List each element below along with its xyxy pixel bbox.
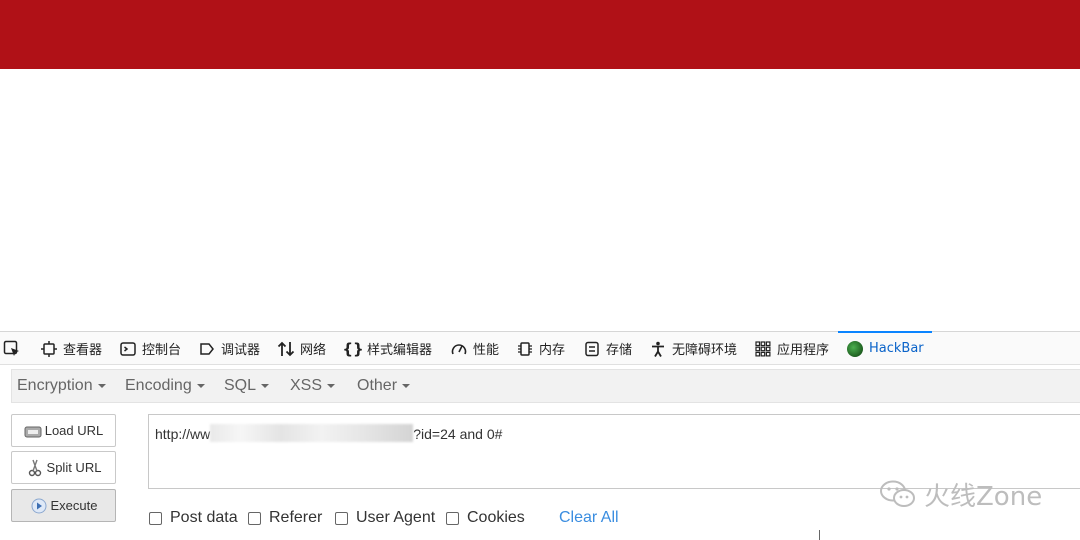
console-icon <box>119 340 137 358</box>
tab-network[interactable]: 网络 <box>277 332 326 365</box>
caret-down-icon <box>97 383 106 388</box>
caret-down-icon <box>402 383 411 388</box>
network-icon <box>277 340 295 358</box>
button-label: Execute <box>50 498 98 513</box>
checkbox[interactable] <box>335 511 348 525</box>
performance-icon <box>450 340 468 358</box>
load-url-button[interactable]: Load URL <box>11 414 116 447</box>
tab-label: 调试器 <box>221 343 261 358</box>
debugger-icon <box>198 340 216 358</box>
top-banner <box>0 0 1080 69</box>
wechat-icon <box>878 478 918 510</box>
redacted-domain <box>210 424 414 442</box>
button-label: Load URL <box>44 423 104 438</box>
execute-button[interactable]: Execute <box>11 489 116 522</box>
menu-other[interactable]: Other <box>357 370 411 402</box>
menu-label: Encryption <box>17 377 93 394</box>
tab-console[interactable]: 控制台 <box>119 332 181 365</box>
tab-application[interactable]: 应用程序 <box>754 332 829 365</box>
menu-encryption[interactable]: Encryption <box>17 370 106 402</box>
tab-style-editor[interactable]: {} 样式编辑器 <box>342 332 433 365</box>
tab-label: 查看器 <box>63 343 103 358</box>
split-url-button[interactable]: Split URL <box>11 451 116 484</box>
checkbox-label: User Agent <box>356 509 436 526</box>
url-suffix: ?id=24 and 0# <box>413 426 503 442</box>
hackbar-icon <box>846 340 864 358</box>
scissors-icon <box>26 459 44 476</box>
tab-storage[interactable]: 存储 <box>583 332 632 365</box>
hackbar-menu: Encryption Encoding SQL XSS Other <box>11 369 1080 403</box>
menu-encoding[interactable]: Encoding <box>125 370 205 402</box>
menu-label: XSS <box>290 377 323 394</box>
watermark-text: 火线Zone <box>924 481 1043 512</box>
caret-down-icon <box>196 383 205 388</box>
storage-icon <box>583 340 601 358</box>
button-label: Split URL <box>46 460 102 475</box>
menu-label: Encoding <box>125 377 192 394</box>
checkbox-label: Referer <box>269 509 323 526</box>
tab-label: 内存 <box>539 343 566 358</box>
clear-all-link[interactable]: Clear All <box>559 508 619 528</box>
user-agent-checkbox[interactable]: User Agent <box>335 508 435 528</box>
checkbox[interactable] <box>149 511 162 525</box>
tab-hackbar[interactable]: HackBar <box>838 331 932 365</box>
caret-down-icon <box>261 383 270 388</box>
element-picker-icon[interactable] <box>3 340 23 358</box>
tab-label: 网络 <box>300 343 327 358</box>
style-editor-icon: {} <box>342 339 364 358</box>
text-cursor <box>819 530 820 540</box>
checkbox[interactable] <box>446 511 459 525</box>
page-content-area <box>0 69 1080 331</box>
tab-accessibility[interactable]: 无障碍环境 <box>649 332 737 365</box>
checkbox[interactable] <box>248 511 261 525</box>
tab-label: 性能 <box>473 343 500 358</box>
watermark: 火线Zone <box>878 474 1058 514</box>
menu-xss[interactable]: XSS <box>290 370 336 402</box>
tab-label: 应用程序 <box>777 343 830 358</box>
devtools-toolbar: 查看器 控制台 调试器 网络 {} 样式编辑器 性能 内存 存储 无障碍环境 应… <box>0 331 1080 365</box>
checkbox-label: Cookies <box>467 509 525 526</box>
tab-label: 存储 <box>606 343 633 358</box>
cookies-checkbox[interactable]: Cookies <box>446 508 525 528</box>
tab-label: HackBar <box>869 341 924 356</box>
url-prefix: http://ww <box>155 426 211 442</box>
tab-memory[interactable]: 内存 <box>516 332 565 365</box>
tab-label: 样式编辑器 <box>367 343 433 358</box>
post-data-checkbox[interactable]: Post data <box>149 508 238 528</box>
tab-performance[interactable]: 性能 <box>450 332 499 365</box>
accessibility-icon <box>649 340 667 358</box>
tab-label: 无障碍环境 <box>672 343 738 358</box>
load-url-icon <box>24 423 42 439</box>
caret-down-icon <box>327 383 336 388</box>
referer-checkbox[interactable]: Referer <box>248 508 322 528</box>
inspector-icon <box>40 340 58 358</box>
play-icon <box>30 498 48 514</box>
tab-inspector[interactable]: 查看器 <box>40 332 102 365</box>
menu-sql[interactable]: SQL <box>224 370 270 402</box>
memory-icon <box>516 340 534 358</box>
tab-debugger[interactable]: 调试器 <box>198 332 260 365</box>
menu-label: SQL <box>224 377 257 394</box>
tab-label: 控制台 <box>142 343 182 358</box>
menu-label: Other <box>357 377 398 394</box>
application-icon <box>754 340 772 358</box>
checkbox-label: Post data <box>170 509 238 526</box>
